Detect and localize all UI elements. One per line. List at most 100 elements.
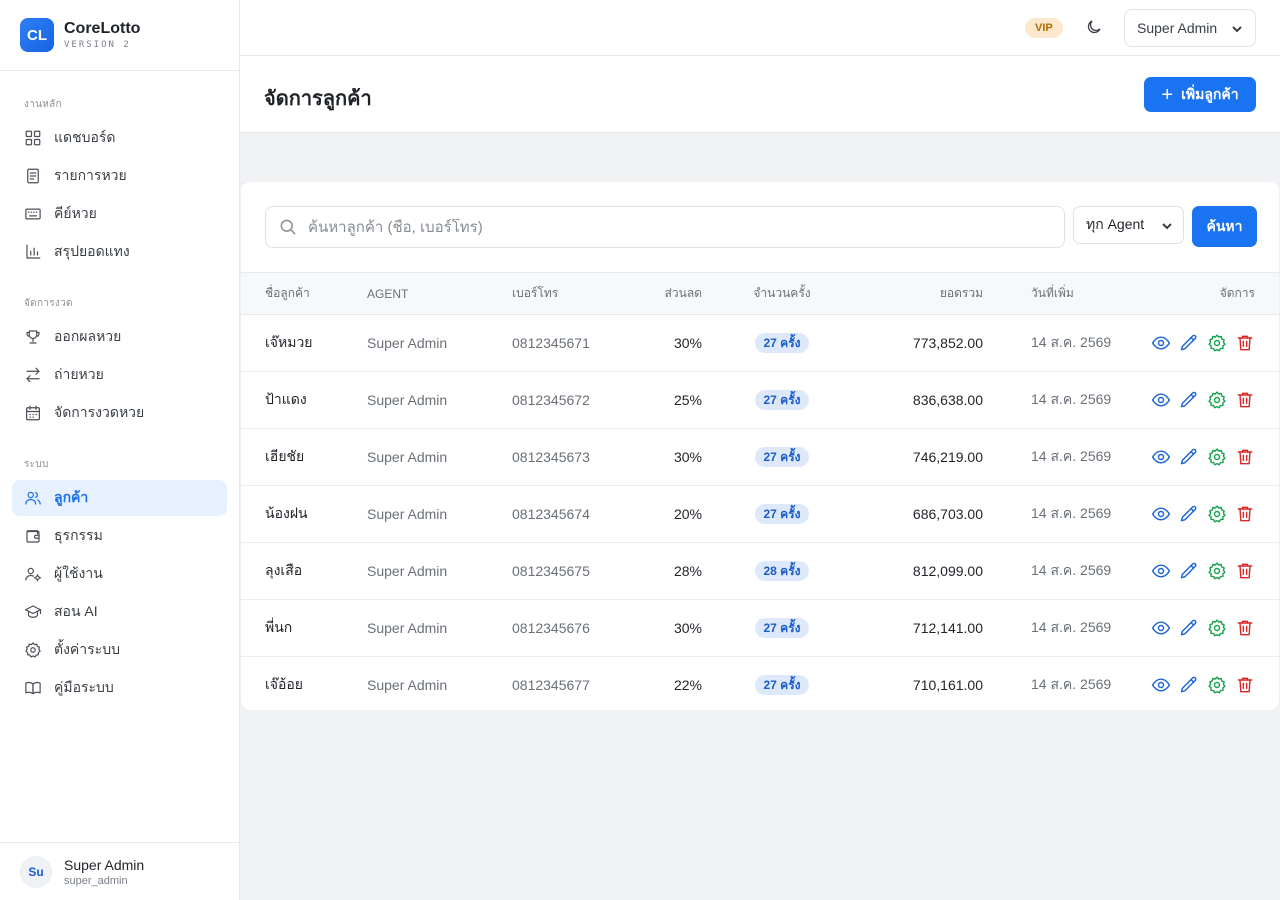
sidebar-item-customers[interactable]: ลูกค้า	[12, 480, 227, 516]
column-header[interactable]: ชื่อลูกค้า	[241, 272, 367, 315]
brand[interactable]: CL CoreLotto VERSION 2	[0, 0, 239, 71]
trash-icon[interactable]	[1235, 333, 1255, 353]
sidebar-item-label: รายการหวย	[54, 167, 127, 183]
sidebar-item-label: จัดการงวดหวย	[54, 404, 145, 420]
count-badge: 27 ครั้ง	[755, 390, 809, 410]
user-menu-dropdown[interactable]: Super Admin	[1124, 9, 1256, 47]
sidebar-item-bet-summary[interactable]: สรุปยอดแทง	[12, 234, 227, 270]
sidebar-item-rounds[interactable]: จัดการงวดหวย	[12, 395, 227, 431]
add-customer-button[interactable]: + เพิ่มลูกค้า	[1144, 77, 1256, 112]
trash-icon[interactable]	[1235, 504, 1255, 524]
column-header[interactable]: ยอดรวม	[862, 272, 983, 315]
customer-phone: 0812345677	[512, 677, 590, 694]
table-row[interactable]: ป้าแดง Super Admin 0812345672 25% 27 ครั…	[241, 372, 1279, 429]
customer-discount: 22%	[673, 677, 702, 694]
customer-agent: Super Admin	[367, 449, 448, 465]
trash-icon[interactable]	[1235, 447, 1255, 467]
customer-total: 712,141.00	[912, 620, 983, 636]
column-header: จัดการ	[1128, 272, 1279, 315]
sidebar-item-transactions[interactable]: ธุรกรรม	[12, 518, 227, 554]
trash-icon[interactable]	[1235, 561, 1255, 581]
eye-icon[interactable]	[1151, 561, 1171, 581]
gear-icon[interactable]	[1207, 447, 1227, 467]
customer-name: เจ๊อ้อย	[265, 676, 304, 693]
wallet-icon	[24, 527, 42, 545]
eye-icon[interactable]	[1151, 390, 1171, 410]
sidebar-user-profile[interactable]: Su Super Admin super_admin	[0, 842, 239, 900]
book-icon	[24, 679, 42, 697]
sidebar-item-dashboard[interactable]: แดชบอร์ด	[12, 120, 227, 156]
sidebar-item-users[interactable]: ผู้ใช้งาน	[12, 556, 227, 592]
customer-agent: Super Admin	[367, 335, 448, 351]
gear-icon[interactable]	[1207, 618, 1227, 638]
sidebar-item-ai-training[interactable]: สอน AI	[12, 594, 227, 630]
sidebar: CL CoreLotto VERSION 2 งานหลัก แดชบอร์ด …	[0, 0, 240, 900]
pencil-icon[interactable]	[1179, 390, 1199, 410]
customer-phone: 0812345676	[512, 620, 590, 636]
gear-icon[interactable]	[1207, 390, 1227, 410]
transfer-icon	[24, 366, 42, 384]
eye-icon[interactable]	[1151, 618, 1171, 638]
sidebar-item-lottery-list[interactable]: รายการหวย	[12, 158, 227, 194]
column-header[interactable]: เบอร์โทร	[512, 272, 642, 315]
sidebar-item-label: ออกผลหวย	[54, 328, 122, 344]
eye-icon[interactable]	[1151, 447, 1171, 467]
user-cog-icon	[24, 565, 42, 583]
column-header[interactable]: จำนวนครั้ง	[702, 272, 862, 315]
agent-filter-select[interactable]: ทุก Agent	[1073, 206, 1184, 244]
trash-icon[interactable]	[1235, 618, 1255, 638]
customer-total: 686,703.00	[912, 506, 983, 522]
customer-total: 710,161.00	[912, 677, 983, 694]
sidebar-item-results[interactable]: ออกผลหวย	[12, 319, 227, 355]
vip-badge: VIP	[1025, 18, 1063, 38]
column-header[interactable]: AGENT	[367, 272, 512, 315]
eye-icon[interactable]	[1151, 504, 1171, 524]
customer-total: 812,099.00	[912, 563, 983, 579]
sidebar-item-transfer[interactable]: ถ่ายหวย	[12, 357, 227, 393]
sidebar-item-manual[interactable]: คู่มือระบบ	[12, 670, 227, 706]
agent-filter-value: ทุก Agent	[1086, 216, 1145, 232]
eye-icon[interactable]	[1151, 333, 1171, 353]
gear-icon	[24, 641, 42, 659]
customer-date-added: 14 ส.ค. 2569	[1031, 676, 1112, 693]
search-field[interactable]	[265, 206, 1065, 248]
document-icon	[24, 167, 42, 185]
customer-discount: 30%	[673, 335, 702, 351]
pencil-icon[interactable]	[1179, 504, 1199, 524]
customer-name: เจ๊หมวย	[265, 334, 313, 350]
pencil-icon[interactable]	[1179, 675, 1199, 695]
gear-icon[interactable]	[1207, 561, 1227, 581]
moon-icon[interactable]	[1085, 18, 1105, 38]
table-row[interactable]: เจ๊อ้อย Super Admin 0812345677 22% 27 คร…	[241, 657, 1279, 714]
brand-version: VERSION 2	[64, 40, 131, 50]
sidebar-item-settings[interactable]: ตั้งค่าระบบ	[12, 632, 227, 668]
add-customer-label: เพิ่มลูกค้า	[1181, 85, 1239, 102]
pencil-icon[interactable]	[1179, 333, 1199, 353]
column-header[interactable]: ส่วนลด	[642, 272, 702, 315]
sidebar-nav: งานหลัก แดชบอร์ด รายการหวย คีย์หวย สรุปย…	[0, 97, 239, 706]
sidebar-item-label: ผู้ใช้งาน	[54, 565, 103, 581]
table-row[interactable]: เฮียชัย Super Admin 0812345673 30% 27 คร…	[241, 429, 1279, 486]
gear-icon[interactable]	[1207, 675, 1227, 695]
table-row[interactable]: พี่นก Super Admin 0812345676 30% 27 ครั้…	[241, 600, 1279, 657]
pencil-icon[interactable]	[1179, 618, 1199, 638]
count-badge: 28 ครั้ง	[755, 561, 809, 581]
table-header-row: ชื่อลูกค้า AGENT เบอร์โทร ส่วนลด จำนวนคร…	[241, 272, 1279, 315]
pencil-icon[interactable]	[1179, 447, 1199, 467]
trash-icon[interactable]	[1235, 390, 1255, 410]
pencil-icon[interactable]	[1179, 561, 1199, 581]
sidebar-item-label: คู่มือระบบ	[54, 679, 114, 695]
search-button[interactable]: ค้นหา	[1192, 206, 1257, 247]
customer-name: ลุงเสือ	[265, 562, 303, 578]
sidebar-item-key-lottery[interactable]: คีย์หวย	[12, 196, 227, 232]
gear-icon[interactable]	[1207, 504, 1227, 524]
table-row[interactable]: น้องฝน Super Admin 0812345674 20% 27 ครั…	[241, 486, 1279, 543]
trash-icon[interactable]	[1235, 675, 1255, 695]
user-menu-label: Super Admin	[1137, 20, 1218, 36]
table-row[interactable]: ลุงเสือ Super Admin 0812345675 28% 28 คร…	[241, 543, 1279, 600]
gear-icon[interactable]	[1207, 333, 1227, 353]
search-input[interactable]	[308, 218, 1008, 236]
table-row[interactable]: เจ๊หมวย Super Admin 0812345671 30% 27 คร…	[241, 315, 1279, 372]
eye-icon[interactable]	[1151, 675, 1171, 695]
column-header[interactable]: วันที่เพิ่ม	[983, 272, 1128, 315]
